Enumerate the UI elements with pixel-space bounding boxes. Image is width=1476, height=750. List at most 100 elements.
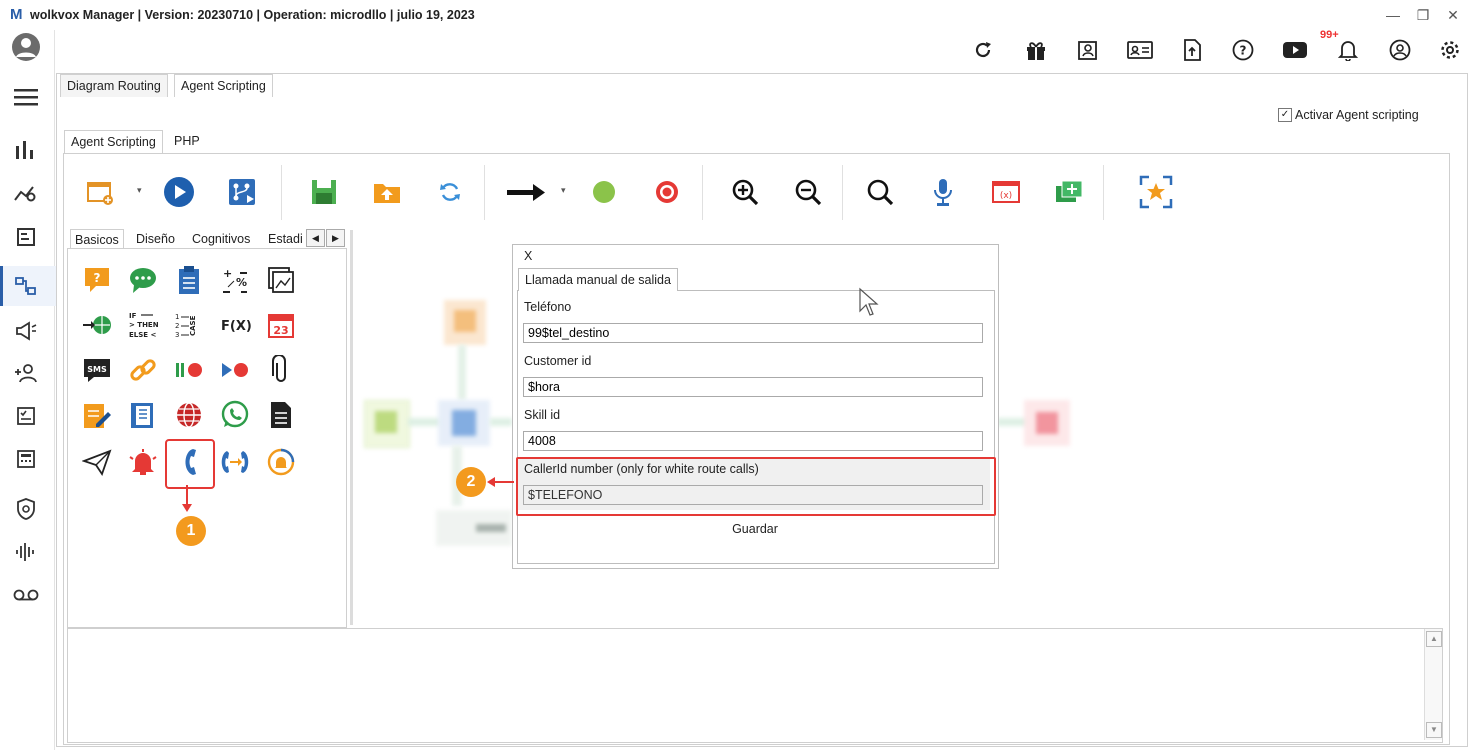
step-marker-1: 1	[176, 516, 206, 546]
voice-icon[interactable]	[8, 537, 44, 567]
arrow-connector-icon[interactable]	[506, 172, 546, 212]
campaign-icon[interactable]	[8, 316, 44, 346]
tab-diagram-routing[interactable]: Diagram Routing	[60, 74, 168, 97]
end-node-icon[interactable]	[647, 172, 687, 212]
if-then-else-icon[interactable]: IF > THEN ELSE <	[126, 308, 160, 342]
zoom-in-icon[interactable]	[725, 172, 765, 212]
bell-chart-icon[interactable]	[264, 445, 298, 479]
splitter[interactable]	[350, 230, 353, 625]
svg-text:?: ?	[94, 271, 101, 285]
skill-id-input[interactable]	[523, 431, 983, 451]
phone-input[interactable]	[523, 323, 983, 343]
attachment-icon[interactable]	[264, 353, 298, 387]
palette-tab-diseno[interactable]: Diseño	[132, 229, 179, 249]
id-card-icon[interactable]	[1125, 36, 1155, 64]
alarm-icon[interactable]	[126, 445, 160, 479]
variables-icon[interactable]: (x)	[986, 172, 1026, 212]
play-record-icon[interactable]	[218, 353, 252, 387]
refresh-icon[interactable]	[968, 36, 998, 64]
tab-outbound-call[interactable]: Llamada manual de salida	[518, 268, 678, 291]
minimize-button[interactable]: —	[1378, 4, 1408, 26]
arrow-left-icon[interactable]: ◀	[306, 229, 325, 247]
new-script-icon[interactable]	[80, 172, 120, 212]
sms-icon[interactable]: SMS	[80, 353, 114, 387]
palette-tab-cognitivos[interactable]: Cognitivos	[188, 229, 254, 249]
function-fx-icon[interactable]: F(X)	[218, 308, 252, 342]
whatsapp-icon[interactable]	[218, 398, 252, 432]
link-icon[interactable]	[126, 353, 160, 387]
save-icon[interactable]	[304, 172, 344, 212]
menu-icon[interactable]	[8, 82, 44, 112]
restore-button[interactable]: ❐	[1408, 4, 1438, 26]
arrow-right-icon[interactable]: ▶	[326, 229, 345, 247]
flow-connector	[408, 418, 440, 426]
palette-tab-basicos[interactable]: Basicos	[70, 229, 124, 250]
analytics-icon[interactable]	[8, 178, 44, 208]
calendar-icon[interactable]: 23	[264, 308, 298, 342]
search-icon[interactable]	[860, 172, 900, 212]
user-avatar-icon[interactable]	[8, 32, 44, 62]
user-circle-icon[interactable]	[1385, 36, 1415, 64]
fit-screen-icon[interactable]	[1136, 172, 1176, 212]
output-panel[interactable]	[67, 628, 1443, 743]
gift-icon[interactable]	[1021, 36, 1051, 64]
web-request-icon[interactable]	[80, 308, 114, 342]
edit-form-icon[interactable]	[80, 398, 114, 432]
youtube-icon[interactable]	[1280, 36, 1310, 64]
document-list-icon[interactable]	[264, 398, 298, 432]
activate-agent-scripting-checkbox[interactable]: ✓	[1278, 108, 1292, 122]
users-icon[interactable]	[8, 358, 44, 388]
window-title: wolkvox Manager | Version: 20230710 | Op…	[30, 8, 475, 22]
save-button[interactable]: Guardar	[715, 522, 795, 542]
subtab-php[interactable]: PHP	[168, 130, 206, 152]
voicemail-icon[interactable]	[8, 580, 44, 610]
math-operators-icon[interactable]: +%	[218, 263, 252, 297]
help-icon[interactable]: ?	[1228, 36, 1258, 64]
security-icon[interactable]	[8, 494, 44, 524]
switch-case-icon[interactable]: 1 2 3 CASE	[172, 308, 206, 342]
sync-icon[interactable]	[430, 172, 470, 212]
report-icon[interactable]	[8, 222, 44, 252]
bar-chart-icon[interactable]	[8, 135, 44, 165]
play-icon[interactable]	[159, 172, 199, 212]
close-button[interactable]: ✕	[1438, 4, 1468, 26]
chevron-down-icon[interactable]: ▾	[137, 185, 142, 196]
flow-debug-icon[interactable]	[222, 172, 262, 212]
send-plane-icon[interactable]	[80, 445, 114, 479]
phone-icon[interactable]	[172, 445, 206, 479]
address-book-icon[interactable]	[126, 398, 160, 432]
scroll-down-icon[interactable]: ▼	[1426, 722, 1442, 738]
start-node-icon[interactable]	[584, 172, 624, 212]
annotation-arrow-line	[494, 481, 514, 483]
globe-icon[interactable]	[172, 398, 206, 432]
scroll-up-icon[interactable]: ▲	[1426, 631, 1442, 647]
open-folder-icon[interactable]	[367, 172, 407, 212]
routing-icon[interactable]	[8, 271, 44, 301]
settings-icon[interactable]	[1435, 36, 1465, 64]
vertical-scrollbar[interactable]: ▲ ▼	[1424, 629, 1442, 740]
upload-file-icon[interactable]	[1177, 36, 1207, 64]
call-transfer-icon[interactable]	[218, 445, 252, 479]
svg-text:(x): (x)	[1000, 191, 1012, 201]
subtab-agent-scripting[interactable]: Agent Scripting	[64, 130, 163, 153]
close-icon[interactable]: X	[524, 249, 532, 263]
contacts-book-icon[interactable]	[1072, 36, 1102, 64]
tab-agent-scripting[interactable]: Agent Scripting	[174, 74, 273, 97]
pause-record-icon[interactable]	[172, 353, 206, 387]
svg-text:F(X): F(X)	[221, 319, 251, 334]
image-gallery-icon[interactable]	[264, 263, 298, 297]
add-screen-icon[interactable]	[1049, 172, 1089, 212]
question-icon[interactable]: ?	[80, 263, 114, 297]
zoom-out-icon[interactable]	[788, 172, 828, 212]
chat-message-icon[interactable]	[126, 263, 160, 297]
palette-tab-estadisticas[interactable]: Estadi	[264, 229, 312, 249]
customer-id-input[interactable]	[523, 377, 983, 397]
flow-connector	[458, 345, 466, 400]
notification-badge: 99+	[1320, 29, 1339, 41]
checklist-icon[interactable]	[8, 401, 44, 431]
palette-tab-scroller[interactable]: ◀ ▶	[306, 229, 346, 247]
clipboard-icon[interactable]	[172, 263, 206, 297]
microphone-icon[interactable]	[923, 172, 963, 212]
calculator-icon[interactable]	[8, 444, 44, 474]
chevron-down-icon[interactable]: ▾	[561, 185, 566, 196]
